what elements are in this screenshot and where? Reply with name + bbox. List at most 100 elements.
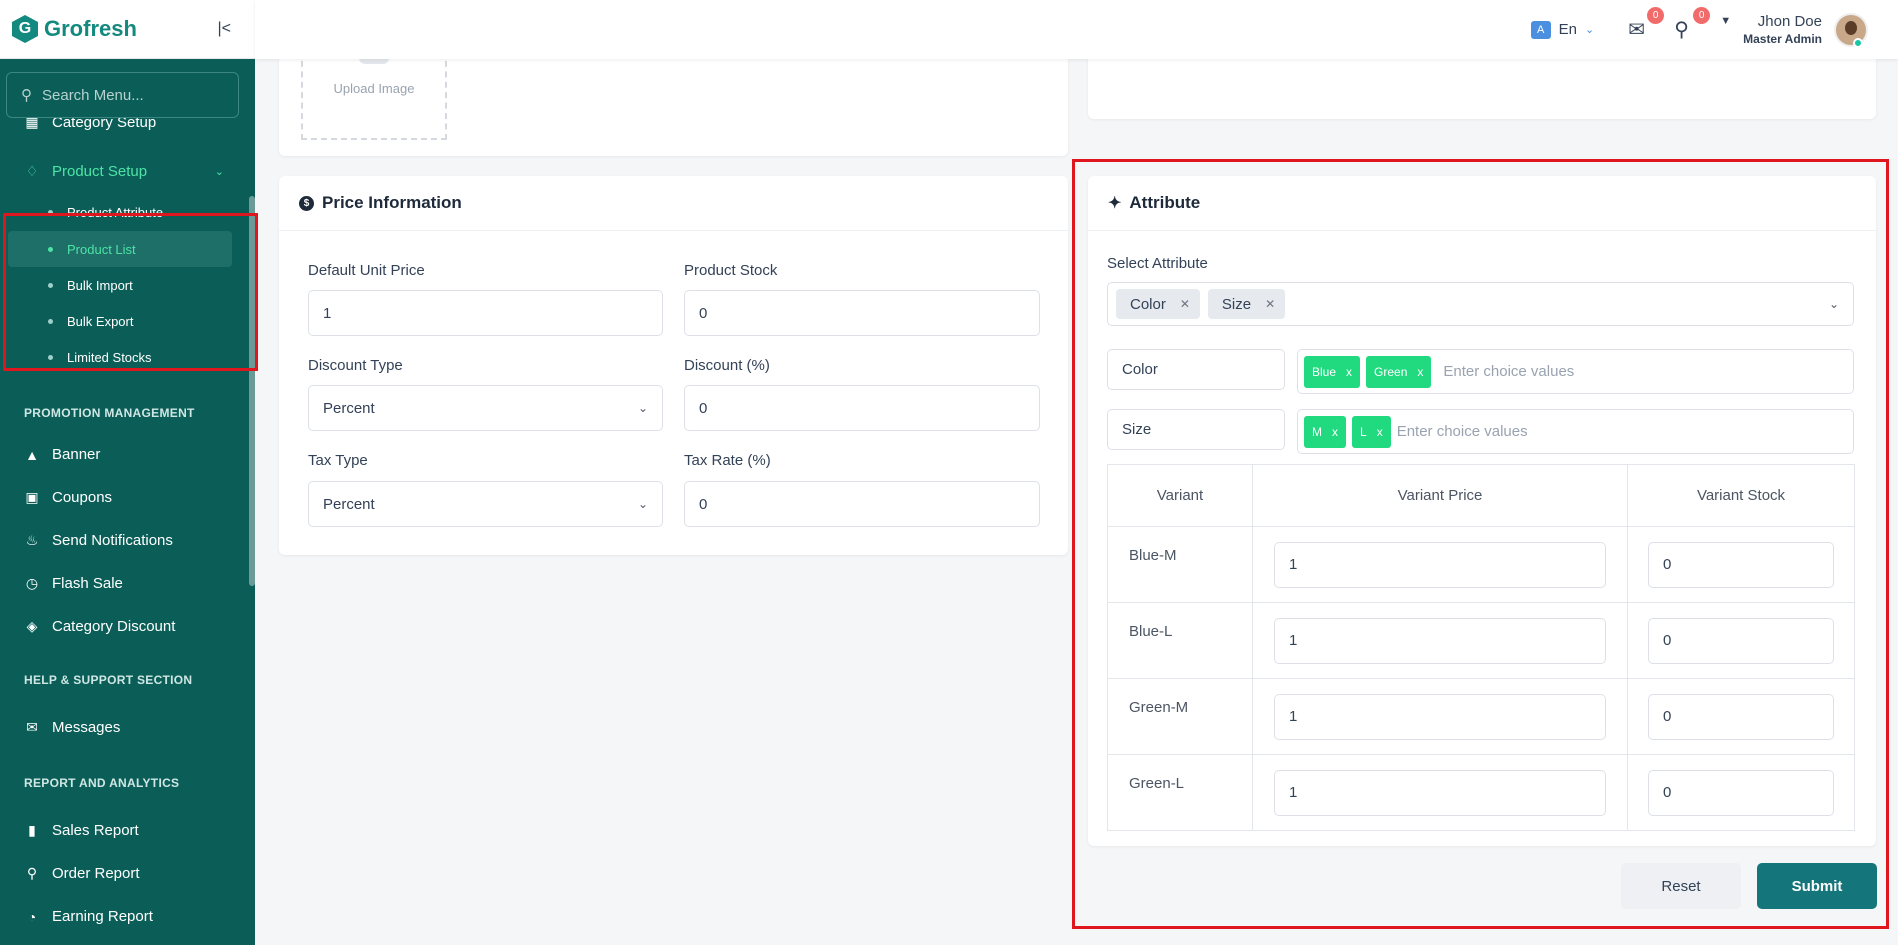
- sidebar-item-order-report[interactable]: ⚲ Order Report: [0, 852, 248, 895]
- color-choices-input[interactable]: Blue x Green x Enter choice values: [1297, 349, 1854, 394]
- variant-price-input[interactable]: 1: [1274, 617, 1606, 664]
- language-selector[interactable]: A En ⌄: [1530, 20, 1595, 39]
- variant-price-input[interactable]: 1: [1274, 541, 1606, 588]
- sidebar-item-send-notifications[interactable]: ♨ Send Notifications: [0, 519, 248, 562]
- bar-chart-icon: ▮: [28, 822, 36, 838]
- size-choices-input[interactable]: Mx Lx Enter choice values: [1297, 409, 1854, 454]
- chip-label: Size: [1221, 295, 1252, 313]
- logo[interactable]: G Grofresh: [12, 15, 137, 43]
- sidebar-item-product-setup[interactable]: ♢ Product Setup ⌄: [0, 150, 248, 193]
- remove-chip-icon[interactable]: ✕: [1265, 297, 1275, 311]
- price-information-header: $ Price Information: [279, 176, 1068, 231]
- sidebar-sub-label: Bulk Export: [67, 313, 134, 329]
- column-header: Variant Stock: [1627, 464, 1855, 527]
- bell-icon: ♨: [25, 532, 39, 548]
- sidebar-item-flash-sale[interactable]: ◷ Flash Sale: [0, 562, 248, 605]
- sidebar-item-label: Category Discount: [52, 618, 176, 635]
- default-unit-price-input[interactable]: 1: [308, 290, 663, 336]
- sidebar-item-label: Messages: [52, 719, 121, 736]
- tag-label: L: [1360, 424, 1367, 439]
- remove-tag-icon[interactable]: x: [1332, 425, 1338, 439]
- user-menu[interactable]: ▼ Jhon Doe Master Admin: [1720, 12, 1868, 47]
- chevron-down-icon: ⌄: [214, 166, 224, 178]
- column-header: Variant Price: [1252, 464, 1628, 527]
- chevron-down-icon: ⌄: [1584, 24, 1595, 36]
- messages-button[interactable]: ✉ 0: [1628, 7, 1665, 42]
- shopping-cart-icon: ⚲: [1674, 19, 1689, 41]
- section-help-support: HELP & SUPPORT SECTION: [24, 673, 193, 687]
- sidebar-sub-product-attribute[interactable]: Product Attribute: [0, 193, 248, 231]
- sidebar-item-label: Earning Report: [52, 908, 153, 925]
- reset-button[interactable]: Reset: [1621, 863, 1741, 909]
- variant-stock-input[interactable]: 0: [1648, 541, 1834, 588]
- user-role: Master Admin: [1743, 32, 1822, 46]
- sidebar-item-banner[interactable]: ▲ Banner: [0, 433, 248, 476]
- bullet-icon: [48, 318, 53, 324]
- sidebar-sub-label: Bulk Import: [67, 277, 133, 293]
- dollar-icon: $: [299, 195, 314, 211]
- discount-type-label: Discount Type: [308, 357, 403, 374]
- sidebar-item-label: Banner: [52, 446, 101, 463]
- sidebar: G Grofresh |< ⚲ Search Menu... ▦ Categor…: [0, 0, 255, 945]
- diamond-icon: ♢: [25, 163, 39, 179]
- sidebar-item-earning-report[interactable]: ◔ Earning Report: [0, 895, 248, 938]
- collapse-sidebar-icon[interactable]: |<: [218, 20, 232, 38]
- variant-stock-input[interactable]: 0: [1648, 693, 1834, 740]
- section-report-analytics: REPORT AND ANALYTICS: [24, 776, 180, 790]
- user-name: Jhon Doe: [1757, 13, 1822, 30]
- table-row: Blue-M 1 0: [1107, 526, 1855, 603]
- sidebar-menu[interactable]: ▦ Category Setup ♢ Product Setup ⌄ Produ…: [0, 114, 248, 945]
- discount-label: Discount (%): [684, 357, 770, 374]
- sidebar-item-label: Product Setup: [52, 163, 148, 180]
- attribute-name-size: Size: [1107, 409, 1285, 450]
- remove-chip-icon[interactable]: ✕: [1180, 297, 1190, 311]
- choice-tag: Lx: [1352, 415, 1391, 448]
- variant-name: Green-L: [1107, 754, 1253, 831]
- select-attribute-label: Select Attribute: [1107, 255, 1208, 272]
- cart-badge: 0: [1693, 7, 1711, 24]
- tag-label: Blue: [1312, 364, 1337, 379]
- upload-image-label: Upload Image: [333, 81, 415, 96]
- search-menu[interactable]: ⚲ Search Menu...: [6, 72, 239, 118]
- sidebar-scrollbar[interactable]: [249, 196, 255, 586]
- tax-rate-input[interactable]: 0: [684, 481, 1040, 527]
- default-unit-price-label: Default Unit Price: [308, 262, 425, 279]
- variant-price-input[interactable]: 1: [1274, 693, 1606, 740]
- tag-label: M: [1312, 424, 1322, 439]
- pie-chart-icon: ◔: [27, 908, 37, 925]
- shopping-cart-icon: ⚲: [26, 865, 38, 881]
- sidebar-item-label: Order Report: [52, 865, 140, 882]
- remove-tag-icon[interactable]: x: [1417, 365, 1423, 379]
- submit-button[interactable]: Submit: [1757, 863, 1877, 909]
- sidebar-item-messages[interactable]: ✉ Messages: [0, 706, 248, 749]
- sidebar-sub-bulk-export[interactable]: Bulk Export: [0, 303, 248, 339]
- select-attribute-multiselect[interactable]: Color ✕ Size ✕ ⌄: [1107, 282, 1854, 326]
- sidebar-item-category-discount[interactable]: ◈ Category Discount: [0, 605, 248, 648]
- variant-name: Blue-L: [1107, 602, 1253, 679]
- tax-type-select[interactable]: Percent ⌄: [308, 481, 663, 527]
- sidebar-sub-bulk-import[interactable]: Bulk Import: [0, 267, 248, 303]
- sidebar-sub-product-list[interactable]: Product List: [8, 231, 232, 267]
- chevron-down-icon: ⌄: [637, 401, 648, 415]
- sidebar-item-sales-report[interactable]: ▮ Sales Report: [0, 809, 248, 852]
- discount-input[interactable]: 0: [684, 385, 1040, 431]
- table-row: Green-L 1 0: [1107, 754, 1855, 831]
- table-row: Green-M 1 0: [1107, 678, 1855, 755]
- language-label: En: [1558, 21, 1577, 38]
- bullet-icon: [48, 354, 53, 360]
- variant-price-input[interactable]: 1: [1274, 769, 1606, 816]
- chevron-down-icon[interactable]: ⌄: [1829, 297, 1839, 311]
- table-header-row: Variant Variant Price Variant Stock: [1107, 464, 1855, 527]
- remove-tag-icon[interactable]: x: [1346, 365, 1352, 379]
- variant-stock-input[interactable]: 0: [1648, 617, 1834, 664]
- search-input[interactable]: Search Menu...: [42, 87, 144, 104]
- cart-button[interactable]: ⚲ 0: [1674, 7, 1711, 42]
- sidebar-sub-limited-stocks[interactable]: Limited Stocks: [0, 339, 248, 375]
- discount-type-select[interactable]: Percent ⌄: [308, 385, 663, 431]
- remove-tag-icon[interactable]: x: [1377, 425, 1383, 439]
- choice-placeholder: Enter choice values: [1443, 363, 1575, 380]
- variant-stock-input[interactable]: 0: [1648, 769, 1834, 816]
- product-stock-input[interactable]: 0: [684, 290, 1040, 336]
- sidebar-item-coupons[interactable]: ▣ Coupons: [0, 476, 248, 519]
- envelope-icon: ✉: [26, 719, 38, 735]
